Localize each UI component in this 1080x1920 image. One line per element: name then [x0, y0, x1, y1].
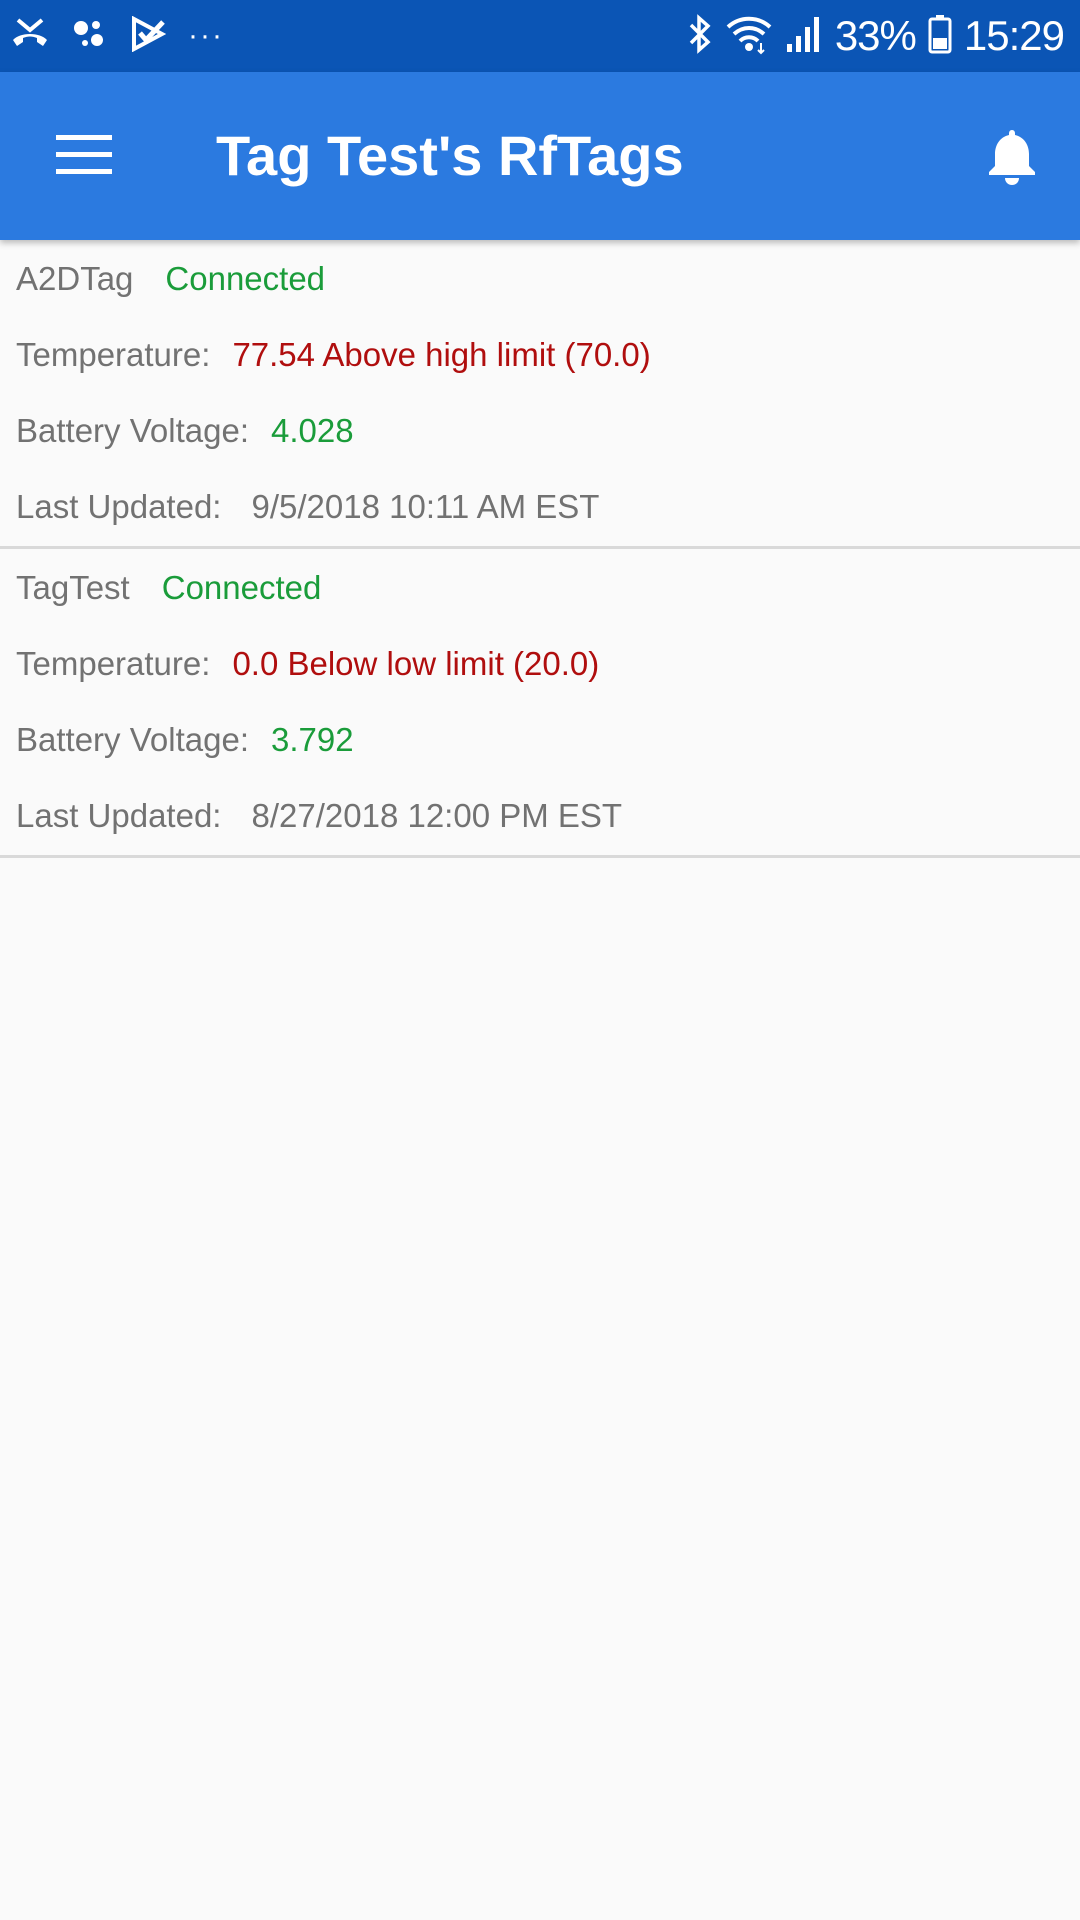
- battery-voltage-value: 3.792: [270, 721, 354, 758]
- tag-name: A2DTag: [16, 260, 134, 297]
- wifi-icon: [725, 13, 773, 60]
- tag-header-row: A2DTag Connected: [16, 254, 325, 304]
- last-updated-label: Last Updated:: [16, 488, 222, 525]
- last-updated-row: Last Updated: 9/5/2018 10:11 AM EST: [16, 482, 599, 532]
- more-notifications-indicator: ···: [188, 19, 224, 52]
- tag-list: A2DTag Connected Temperature: 77.54 Abov…: [0, 240, 1080, 858]
- status-right-icons: 33% 15:29: [687, 10, 1065, 62]
- tag-card[interactable]: TagTest Connected Temperature: 0.0 Below…: [0, 549, 1080, 858]
- clock: 15:29: [963, 12, 1065, 59]
- temperature-label: Temperature:: [16, 336, 211, 373]
- bluetooth-icon: [687, 13, 713, 60]
- battery-voltage-value: 4.028: [270, 412, 354, 449]
- battery-percent: 33%: [834, 12, 917, 59]
- tag-card[interactable]: A2DTag Connected Temperature: 77.54 Abov…: [0, 240, 1080, 549]
- menu-icon: [54, 133, 114, 182]
- connection-status: Connected: [165, 260, 326, 297]
- battery-voltage-label: Battery Voltage:: [16, 721, 249, 758]
- last-updated-value: 8/27/2018 12:00 PM EST: [251, 797, 623, 834]
- assistant-icon: [72, 16, 108, 57]
- page-title: Tag Test's RfTags: [216, 124, 684, 187]
- temperature-row: Temperature: 77.54 Above high limit (70.…: [16, 330, 651, 380]
- temperature-value: 77.54 Above high limit (70.0): [232, 336, 651, 373]
- battery-voltage-label: Battery Voltage:: [16, 412, 249, 449]
- tag-name: TagTest: [16, 569, 130, 606]
- menu-button[interactable]: [44, 122, 124, 192]
- temperature-value: 0.0 Below low limit (20.0): [232, 645, 600, 682]
- temperature-row: Temperature: 0.0 Below low limit (20.0): [16, 639, 599, 689]
- status-left-icons: ···: [10, 14, 224, 58]
- battery-voltage-row: Battery Voltage: 3.792: [16, 715, 354, 765]
- connection-status: Connected: [161, 569, 322, 606]
- temperature-label: Temperature:: [16, 645, 211, 682]
- notifications-button[interactable]: [974, 120, 1050, 196]
- status-bar: ··· 33% 15:29: [0, 0, 1080, 72]
- battery-voltage-row: Battery Voltage: 4.028: [16, 406, 354, 456]
- tag-header-row: TagTest Connected: [16, 563, 321, 613]
- signal-icon: [785, 14, 823, 59]
- last-updated-value: 9/5/2018 10:11 AM EST: [251, 488, 600, 525]
- checkmark-app-icon: [130, 15, 167, 57]
- battery-icon: [928, 14, 952, 59]
- app-bar: Tag Test's RfTags: [0, 72, 1080, 240]
- last-updated-label: Last Updated:: [16, 797, 222, 834]
- bell-icon: [984, 126, 1040, 191]
- last-updated-row: Last Updated: 8/27/2018 12:00 PM EST: [16, 791, 622, 841]
- missed-call-icon: [10, 16, 50, 57]
